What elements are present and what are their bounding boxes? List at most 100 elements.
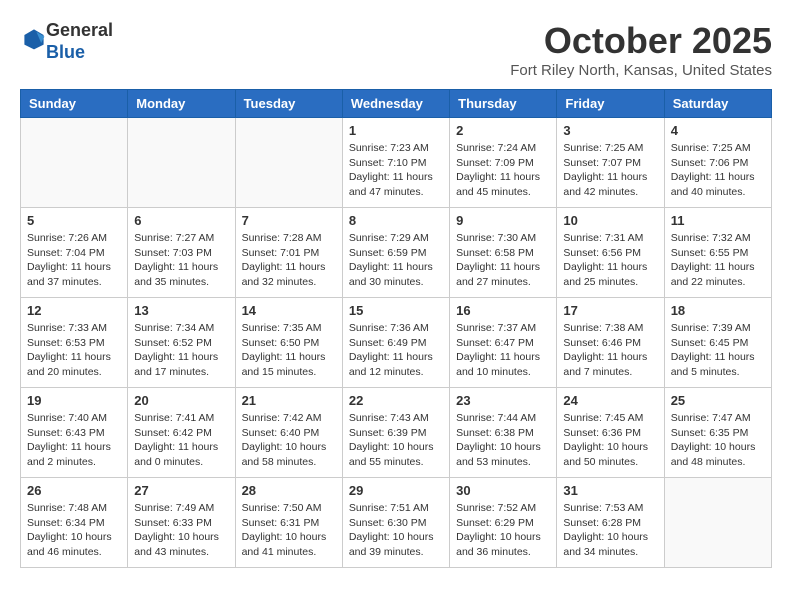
calendar-cell: 24 Sunrise: 7:45 AM Sunset: 6:36 PM Dayli… — [557, 388, 664, 478]
day-info: Sunrise: 7:50 AM Sunset: 6:31 PM Dayligh… — [242, 501, 336, 560]
calendar-cell: 2Sunrise: 7:24 AM Sunset: 7:09 PM Daylig… — [450, 118, 557, 208]
calendar-cell: 25 Sunrise: 7:47 AM Sunset: 6:35 PM Dayli… — [664, 388, 771, 478]
weekday-header-sunday: Sunday — [21, 90, 128, 118]
calendar-cell: 20 Sunrise: 7:41 AM Sunset: 6:42 PM Dayli… — [128, 388, 235, 478]
day-number: 21 — [242, 393, 336, 408]
month-title: October 2025 — [510, 20, 772, 62]
day-number: 3 — [563, 123, 657, 138]
day-info: Sunrise: 7:43 AM Sunset: 6:39 PM Dayligh… — [349, 411, 443, 470]
day-number: 29 — [349, 483, 443, 498]
calendar-cell: 31Sunrise: 7:53 AM Sunset: 6:28 PM Dayli… — [557, 478, 664, 568]
logo-general: General — [46, 20, 113, 42]
calendar-table: SundayMondayTuesdayWednesdayThursdayFrid… — [20, 89, 772, 568]
week-row-5: 26Sunrise: 7:48 AM Sunset: 6:34 PM Dayli… — [21, 478, 772, 568]
calendar-cell: 14 Sunrise: 7:35 AM Sunset: 6:50 PM Dayli… — [235, 298, 342, 388]
day-info: Sunrise: 7:33 AM Sunset: 6:53 PM Dayligh… — [27, 321, 121, 380]
weekday-header-tuesday: Tuesday — [235, 90, 342, 118]
logo: General Blue — [20, 20, 113, 63]
day-number: 7 — [242, 213, 336, 228]
calendar-cell: 12 Sunrise: 7:33 AM Sunset: 6:53 PM Dayli… — [21, 298, 128, 388]
day-number: 28 — [242, 483, 336, 498]
week-row-4: 19Sunrise: 7:40 AM Sunset: 6:43 PM Dayli… — [21, 388, 772, 478]
day-info: Sunrise: 7:47 AM Sunset: 6:35 PM Dayligh… — [671, 411, 765, 470]
day-number: 14 — [242, 303, 336, 318]
weekday-header-row: SundayMondayTuesdayWednesdayThursdayFrid… — [21, 90, 772, 118]
day-number: 2 — [456, 123, 550, 138]
calendar-cell: 9Sunrise: 7:30 AM Sunset: 6:58 PM Daylig… — [450, 208, 557, 298]
day-info: Sunrise: 7:36 AM Sunset: 6:49 PM Dayligh… — [349, 321, 443, 380]
day-number: 15 — [349, 303, 443, 318]
calendar-cell: 29 Sunrise: 7:51 AM Sunset: 6:30 PM Dayli… — [342, 478, 449, 568]
day-number: 30 — [456, 483, 550, 498]
day-info: Sunrise: 7:34 AM Sunset: 6:52 PM Dayligh… — [134, 321, 228, 380]
calendar-cell: 6 Sunrise: 7:27 AM Sunset: 7:03 PM Daylig… — [128, 208, 235, 298]
calendar-cell: 7Sunrise: 7:28 AM Sunset: 7:01 PM Daylig… — [235, 208, 342, 298]
day-number: 25 — [671, 393, 765, 408]
day-number: 11 — [671, 213, 765, 228]
day-number: 20 — [134, 393, 228, 408]
calendar-cell: 8 Sunrise: 7:29 AM Sunset: 6:59 PM Daylig… — [342, 208, 449, 298]
day-number: 19 — [27, 393, 121, 408]
day-number: 1 — [349, 123, 443, 138]
weekday-header-saturday: Saturday — [664, 90, 771, 118]
day-info: Sunrise: 7:49 AM Sunset: 6:33 PM Dayligh… — [134, 501, 228, 560]
calendar-cell — [664, 478, 771, 568]
day-info: Sunrise: 7:39 AM Sunset: 6:45 PM Dayligh… — [671, 321, 765, 380]
day-info: Sunrise: 7:44 AM Sunset: 6:38 PM Dayligh… — [456, 411, 550, 470]
calendar-cell: 5 Sunrise: 7:26 AM Sunset: 7:04 PM Daylig… — [21, 208, 128, 298]
day-info: Sunrise: 7:38 AM Sunset: 6:46 PM Dayligh… — [563, 321, 657, 380]
calendar-cell: 21 Sunrise: 7:42 AM Sunset: 6:40 PM Dayli… — [235, 388, 342, 478]
week-row-1: 1 Sunrise: 7:23 AM Sunset: 7:10 PM Daylig… — [21, 118, 772, 208]
day-info: Sunrise: 7:25 AM Sunset: 7:06 PM Dayligh… — [671, 141, 765, 200]
calendar-cell: 11 Sunrise: 7:32 AM Sunset: 6:55 PM Dayli… — [664, 208, 771, 298]
weekday-header-thursday: Thursday — [450, 90, 557, 118]
day-info: Sunrise: 7:25 AM Sunset: 7:07 PM Dayligh… — [563, 141, 657, 200]
day-info: Sunrise: 7:51 AM Sunset: 6:30 PM Dayligh… — [349, 501, 443, 560]
calendar-cell: 16Sunrise: 7:37 AM Sunset: 6:47 PM Dayli… — [450, 298, 557, 388]
calendar-cell: 1 Sunrise: 7:23 AM Sunset: 7:10 PM Daylig… — [342, 118, 449, 208]
calendar-cell: 26Sunrise: 7:48 AM Sunset: 6:34 PM Dayli… — [21, 478, 128, 568]
calendar-cell: 15 Sunrise: 7:36 AM Sunset: 6:49 PM Dayli… — [342, 298, 449, 388]
day-number: 16 — [456, 303, 550, 318]
day-number: 5 — [27, 213, 121, 228]
day-number: 24 — [563, 393, 657, 408]
day-info: Sunrise: 7:23 AM Sunset: 7:10 PM Dayligh… — [349, 141, 443, 200]
day-number: 18 — [671, 303, 765, 318]
day-info: Sunrise: 7:29 AM Sunset: 6:59 PM Dayligh… — [349, 231, 443, 290]
day-number: 4 — [671, 123, 765, 138]
calendar-cell: 3 Sunrise: 7:25 AM Sunset: 7:07 PM Daylig… — [557, 118, 664, 208]
location: Fort Riley North, Kansas, United States — [510, 62, 772, 79]
day-info: Sunrise: 7:48 AM Sunset: 6:34 PM Dayligh… — [27, 501, 121, 560]
day-info: Sunrise: 7:35 AM Sunset: 6:50 PM Dayligh… — [242, 321, 336, 380]
day-number: 9 — [456, 213, 550, 228]
week-row-3: 12 Sunrise: 7:33 AM Sunset: 6:53 PM Dayli… — [21, 298, 772, 388]
day-number: 6 — [134, 213, 228, 228]
logo-blue: Blue — [46, 42, 113, 64]
day-number: 8 — [349, 213, 443, 228]
day-info: Sunrise: 7:26 AM Sunset: 7:04 PM Dayligh… — [27, 231, 121, 290]
calendar-cell: 28 Sunrise: 7:50 AM Sunset: 6:31 PM Dayli… — [235, 478, 342, 568]
day-number: 22 — [349, 393, 443, 408]
calendar-cell: 4 Sunrise: 7:25 AM Sunset: 7:06 PM Daylig… — [664, 118, 771, 208]
calendar-cell: 18 Sunrise: 7:39 AM Sunset: 6:45 PM Dayli… — [664, 298, 771, 388]
weekday-header-monday: Monday — [128, 90, 235, 118]
day-info: Sunrise: 7:41 AM Sunset: 6:42 PM Dayligh… — [134, 411, 228, 470]
day-number: 10 — [563, 213, 657, 228]
calendar-cell: 10Sunrise: 7:31 AM Sunset: 6:56 PM Dayli… — [557, 208, 664, 298]
day-info: Sunrise: 7:52 AM Sunset: 6:29 PM Dayligh… — [456, 501, 550, 560]
calendar-cell: 27 Sunrise: 7:49 AM Sunset: 6:33 PM Dayli… — [128, 478, 235, 568]
day-info: Sunrise: 7:45 AM Sunset: 6:36 PM Dayligh… — [563, 411, 657, 470]
day-info: Sunrise: 7:32 AM Sunset: 6:55 PM Dayligh… — [671, 231, 765, 290]
day-info: Sunrise: 7:42 AM Sunset: 6:40 PM Dayligh… — [242, 411, 336, 470]
day-info: Sunrise: 7:27 AM Sunset: 7:03 PM Dayligh… — [134, 231, 228, 290]
day-number: 12 — [27, 303, 121, 318]
calendar-cell: 23Sunrise: 7:44 AM Sunset: 6:38 PM Dayli… — [450, 388, 557, 478]
day-number: 17 — [563, 303, 657, 318]
day-number: 31 — [563, 483, 657, 498]
page-header: General Blue October 2025 Fort Riley Nor… — [20, 20, 772, 79]
calendar-cell: 13Sunrise: 7:34 AM Sunset: 6:52 PM Dayli… — [128, 298, 235, 388]
calendar-cell: 17 Sunrise: 7:38 AM Sunset: 6:46 PM Dayli… — [557, 298, 664, 388]
logo-icon — [22, 27, 46, 51]
calendar-cell: 22 Sunrise: 7:43 AM Sunset: 6:39 PM Dayli… — [342, 388, 449, 478]
day-number: 27 — [134, 483, 228, 498]
